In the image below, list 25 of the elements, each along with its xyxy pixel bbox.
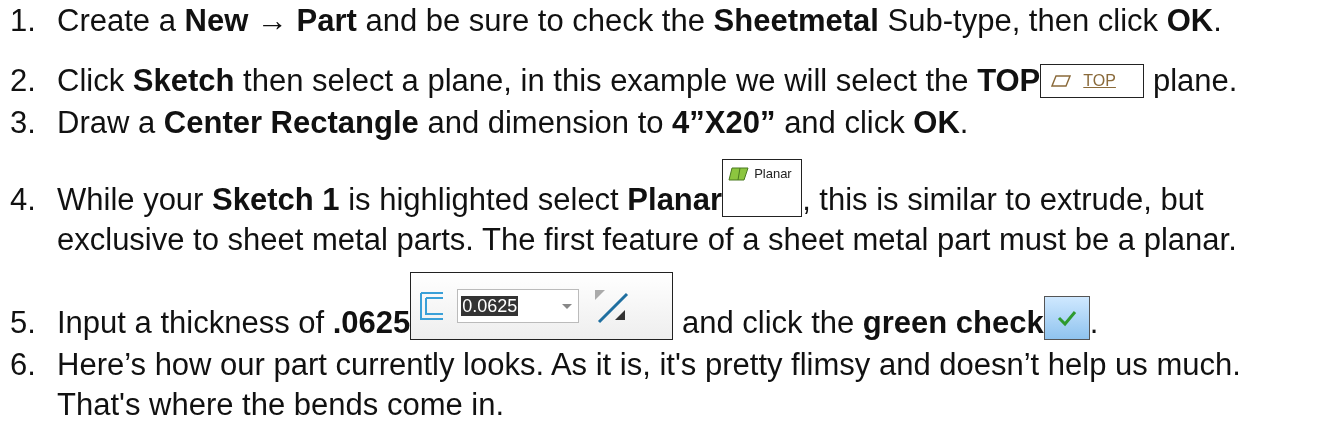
step-text: Draw a Center Rectangle and dimension to 4”X20” and click OK. xyxy=(57,105,969,140)
step-text: Here’s how our part currently looks. As it is, it's pretty flimsy and doesn’t help us much. That's where the bends come in. xyxy=(57,347,1241,422)
step-number: 4. xyxy=(10,181,37,219)
step-number: 5. xyxy=(10,304,37,342)
check-mark-icon xyxy=(1043,296,1090,340)
plane-icon xyxy=(1051,75,1072,87)
step-text: plane. xyxy=(1151,63,1238,98)
step-number: 2. xyxy=(10,62,37,100)
step-text: . xyxy=(1089,305,1099,340)
planar-icon xyxy=(728,166,751,182)
planar-button-image: Planar xyxy=(722,159,803,217)
step-text: and click the green check xyxy=(680,305,1044,340)
thickness-icon xyxy=(419,291,446,321)
dropdown-arrow-icon xyxy=(562,303,573,309)
step-number: 6. xyxy=(10,346,37,384)
step-text: Click Sketch then select a plane, in this example we will select the TOP xyxy=(57,63,1041,98)
step-text: Input a thickness of .0625 xyxy=(57,305,411,340)
step-text: exclusive to sheet metal parts. The first feature of a sheet metal part must be a planar. xyxy=(57,221,1238,259)
step-number: 1. xyxy=(10,2,37,40)
step-text: , this is similar to extrude, but xyxy=(802,182,1204,217)
step-text: Create a New → Part and be sure to check the Sheetmetal Sub-type, then click OK. xyxy=(57,3,1222,38)
thickness-input-field: 0.0625 xyxy=(457,289,580,323)
plane-button-image: TOP xyxy=(1040,64,1145,98)
step-number: 3. xyxy=(10,104,37,142)
step-text: While your Sketch 1 is highlighted select Planar xyxy=(57,182,723,217)
